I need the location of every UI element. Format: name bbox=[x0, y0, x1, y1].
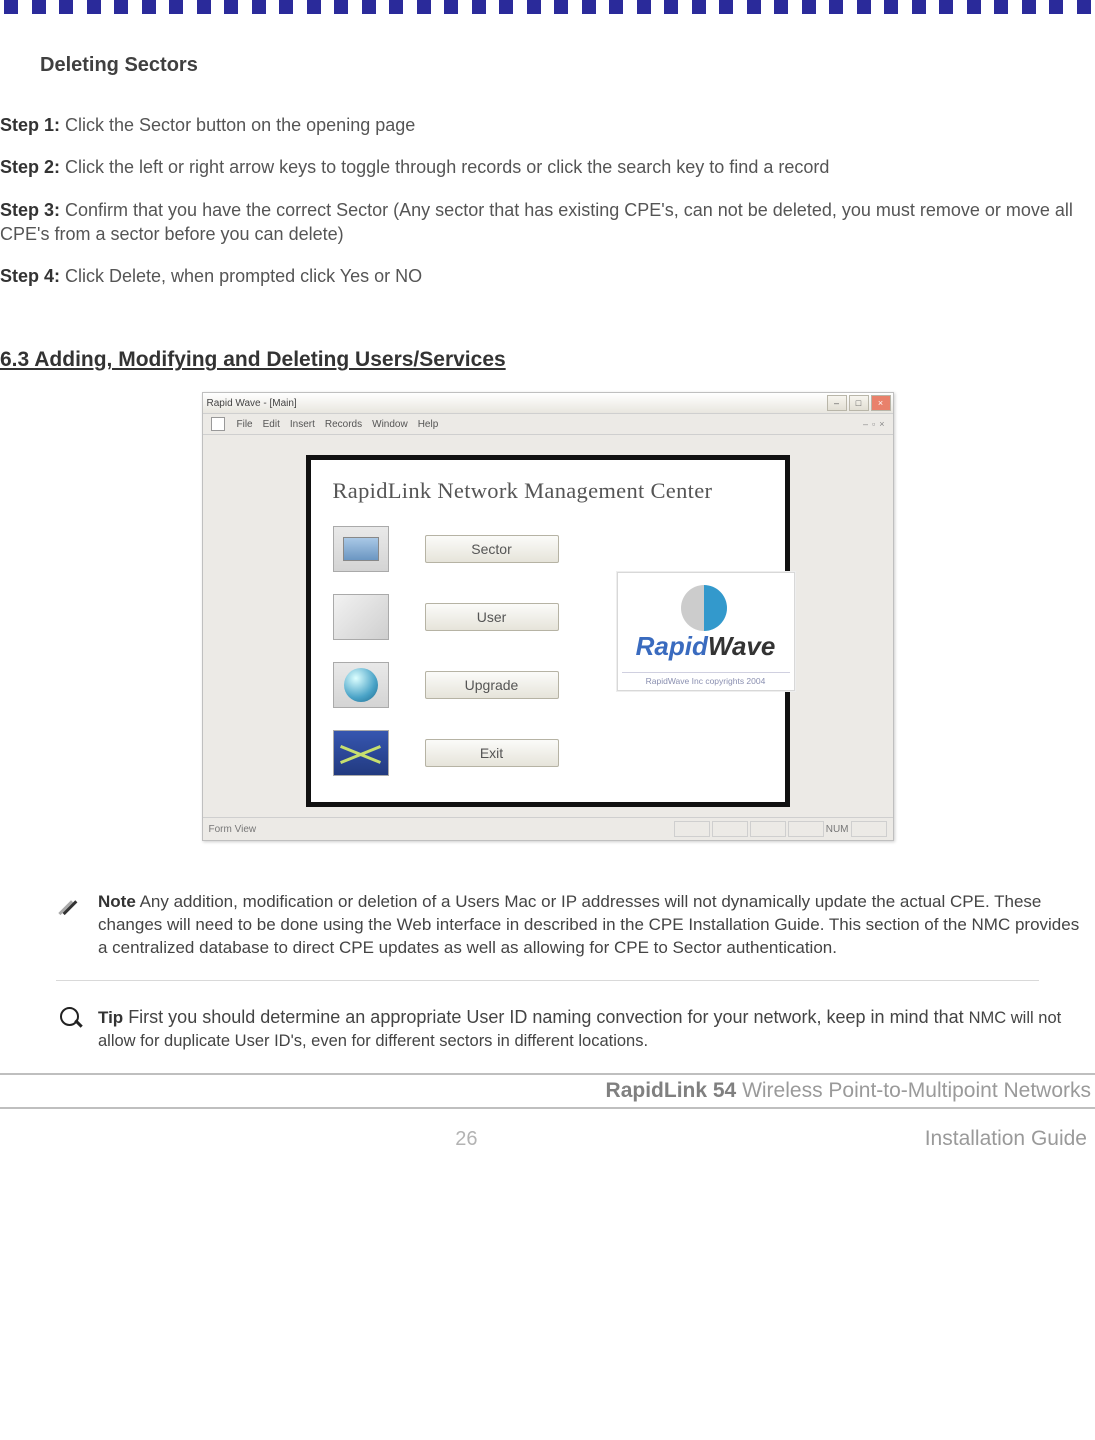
document-icon bbox=[211, 417, 225, 431]
status-cell bbox=[674, 821, 710, 837]
exit-icon bbox=[333, 730, 389, 776]
user-icon bbox=[333, 594, 389, 640]
status-left: Form View bbox=[209, 824, 257, 835]
step-3-text: Confirm that you have the correct Sector… bbox=[0, 200, 1073, 244]
note-callout: Note Any addition, modification or delet… bbox=[60, 891, 1085, 960]
exit-button[interactable]: Exit bbox=[425, 739, 559, 767]
pencil-icon bbox=[60, 893, 86, 919]
logo-swirl-icon bbox=[681, 585, 727, 631]
page-footer: RapidLink 54 Wireless Point-to-Multipoin… bbox=[0, 1073, 1095, 1151]
upgrade-icon bbox=[333, 662, 389, 708]
close-button[interactable]: × bbox=[871, 395, 891, 411]
step-2-label: Step 2: bbox=[0, 157, 60, 177]
step-3-label: Step 3: bbox=[0, 200, 60, 220]
step-2-text: Click the left or right arrow keys to to… bbox=[60, 157, 829, 177]
tip-callout: Tip First you should determine an approp… bbox=[60, 1005, 1085, 1053]
divider bbox=[56, 980, 1039, 981]
tip-label: Tip bbox=[98, 1008, 123, 1027]
menu-window[interactable]: Window bbox=[372, 419, 408, 430]
maximize-button[interactable]: □ bbox=[849, 395, 869, 411]
subsection-heading: 6.3 Adding, Modifying and Deleting Users… bbox=[0, 348, 1095, 372]
step-1-label: Step 1: bbox=[0, 115, 60, 135]
magnify-icon bbox=[60, 1007, 86, 1033]
logo-copyright: RapidWave Inc copyrights 2004 bbox=[622, 672, 790, 686]
upgrade-button[interactable]: Upgrade bbox=[425, 671, 559, 699]
footer-brand-bold: RapidLink 54 bbox=[606, 1079, 737, 1102]
menubar: File Edit Insert Records Window Help – ▫… bbox=[203, 414, 893, 435]
footer-rule bbox=[0, 1107, 1095, 1109]
note-text: Any addition, modification or deletion o… bbox=[98, 892, 1079, 957]
page-number: 26 bbox=[8, 1128, 925, 1151]
footer-brand-rest: Wireless Point-to-Multipoint Networks bbox=[736, 1079, 1091, 1102]
status-cell bbox=[788, 821, 824, 837]
titlebar: Rapid Wave - [Main] – □ × bbox=[203, 393, 893, 414]
menu-records[interactable]: Records bbox=[325, 419, 362, 430]
logo-text-prefix: Rapid bbox=[636, 631, 708, 661]
tip-lead: First you should determine an appropriat… bbox=[123, 1007, 968, 1027]
main-panel: RapidLink Network Management Center Sect… bbox=[306, 455, 790, 807]
mdi-close-icon[interactable]: × bbox=[879, 419, 884, 429]
footer-rule bbox=[0, 1073, 1095, 1075]
panel-title: RapidLink Network Management Center bbox=[333, 478, 763, 504]
app-title: Rapid Wave - [Main] bbox=[207, 398, 297, 409]
step-4-text: Click Delete, when prompted click Yes or… bbox=[60, 266, 422, 286]
menu-help[interactable]: Help bbox=[418, 419, 439, 430]
status-cell bbox=[851, 821, 887, 837]
brand-logo: RapidWave RapidWave Inc copyrights 2004 bbox=[617, 572, 795, 691]
step-4-label: Step 4: bbox=[0, 266, 60, 286]
page-top-border bbox=[0, 0, 1095, 14]
user-button[interactable]: User bbox=[425, 603, 559, 631]
logo-text-suffix: Wave bbox=[708, 631, 775, 661]
status-num: NUM bbox=[826, 824, 849, 835]
sector-button[interactable]: Sector bbox=[425, 535, 559, 563]
footer-doc-title: Installation Guide bbox=[925, 1127, 1087, 1151]
step-1-text: Click the Sector button on the opening p… bbox=[60, 115, 415, 135]
menu-edit[interactable]: Edit bbox=[263, 419, 280, 430]
status-bar: Form View NUM bbox=[203, 817, 893, 840]
status-cell bbox=[712, 821, 748, 837]
minimize-button[interactable]: – bbox=[827, 395, 847, 411]
workspace: RapidLink Network Management Center Sect… bbox=[203, 435, 893, 817]
menu-insert[interactable]: Insert bbox=[290, 419, 315, 430]
app-window: Rapid Wave - [Main] – □ × File Edit Inse… bbox=[202, 392, 894, 841]
steps-list: Step 1: Click the Sector button on the o… bbox=[0, 113, 1083, 288]
section-heading: Deleting Sectors bbox=[40, 54, 1095, 77]
note-label: Note bbox=[98, 892, 136, 911]
mdi-restore-icon[interactable]: ▫ bbox=[872, 419, 875, 429]
mdi-min-icon[interactable]: – bbox=[863, 419, 868, 429]
menu-file[interactable]: File bbox=[237, 419, 253, 430]
status-cell bbox=[750, 821, 786, 837]
sector-icon bbox=[333, 526, 389, 572]
